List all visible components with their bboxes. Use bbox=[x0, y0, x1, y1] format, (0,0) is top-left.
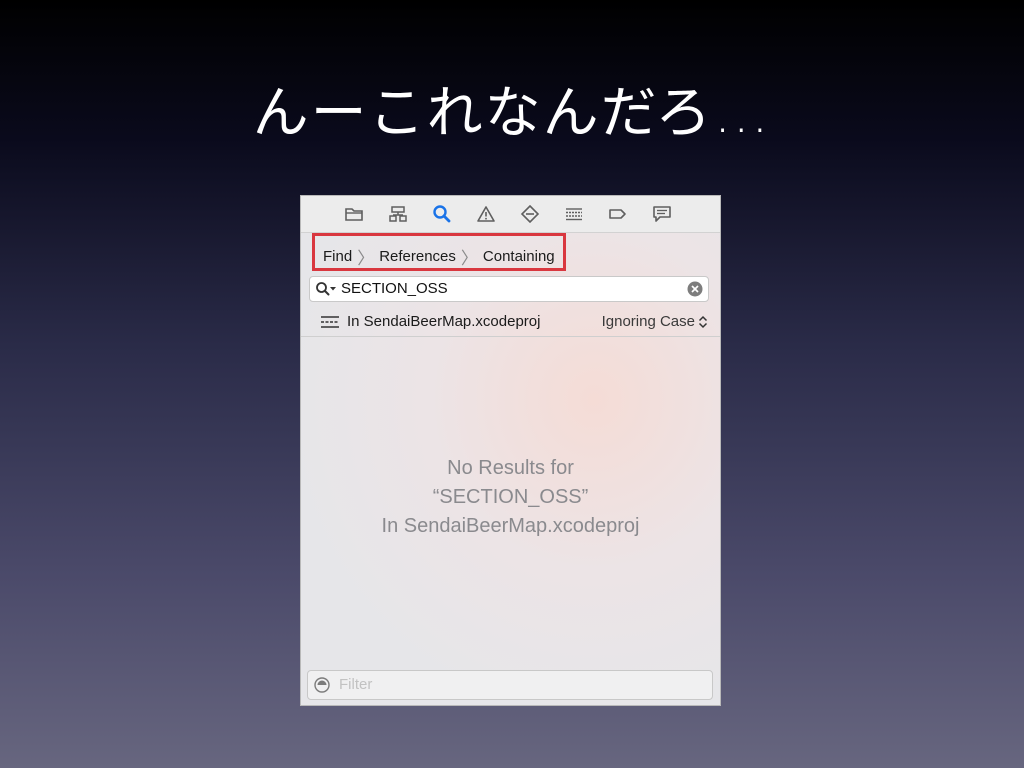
test-diamond-icon[interactable] bbox=[519, 204, 541, 224]
find-navigator-panel: Find 〉 References 〉 Containing SECTION_O… bbox=[300, 195, 721, 706]
slide-title: んーこれなんだろ… bbox=[252, 81, 772, 146]
no-results-line3: In SendaiBeerMap.xcodeproj bbox=[381, 515, 640, 537]
breadcrumb-containing[interactable]: Containing bbox=[481, 248, 557, 265]
search-value[interactable]: SECTION_OSS bbox=[341, 280, 448, 297]
no-results-message: No Results for “SECTION_OSS” In SendaiBe… bbox=[301, 454, 720, 541]
chevron-right-icon: 〉 bbox=[357, 248, 375, 269]
breakpoint-icon[interactable] bbox=[607, 204, 629, 224]
scope-list-icon[interactable] bbox=[320, 315, 340, 329]
filter-input[interactable]: Filter bbox=[307, 670, 713, 700]
hierarchy-icon[interactable] bbox=[387, 204, 409, 224]
search-scope-label[interactable]: In SendaiBeerMap.xcodeproj bbox=[347, 313, 540, 330]
search-tab-icon[interactable] bbox=[431, 204, 453, 224]
search-options-icon[interactable] bbox=[315, 281, 337, 297]
search-input[interactable]: SECTION_OSS bbox=[309, 276, 709, 302]
chevron-right-icon: 〉 bbox=[460, 248, 478, 269]
case-sensitivity-select[interactable]: Ignoring Case bbox=[602, 313, 708, 330]
folder-icon[interactable] bbox=[343, 204, 365, 224]
navigator-tab-bar bbox=[301, 196, 720, 233]
no-results-line1: No Results for bbox=[447, 457, 574, 479]
report-bubble-icon[interactable] bbox=[651, 204, 673, 224]
filter-icon bbox=[314, 677, 330, 693]
find-mode-breadcrumb: Find 〉 References 〉 Containing bbox=[321, 246, 557, 269]
filter-placeholder: Filter bbox=[339, 676, 373, 693]
case-option-label: Ignoring Case bbox=[601, 313, 695, 330]
up-down-chevron-icon bbox=[698, 315, 708, 328]
debug-list-icon[interactable] bbox=[563, 204, 585, 224]
no-results-line2: “SECTION_OSS” bbox=[432, 486, 589, 508]
clear-icon[interactable] bbox=[687, 281, 703, 297]
breadcrumb-references[interactable]: References bbox=[377, 248, 458, 265]
search-scope-row: In SendaiBeerMap.xcodeproj Ignoring Case bbox=[301, 308, 720, 337]
breadcrumb-find[interactable]: Find bbox=[321, 248, 354, 265]
warning-icon[interactable] bbox=[475, 204, 497, 224]
